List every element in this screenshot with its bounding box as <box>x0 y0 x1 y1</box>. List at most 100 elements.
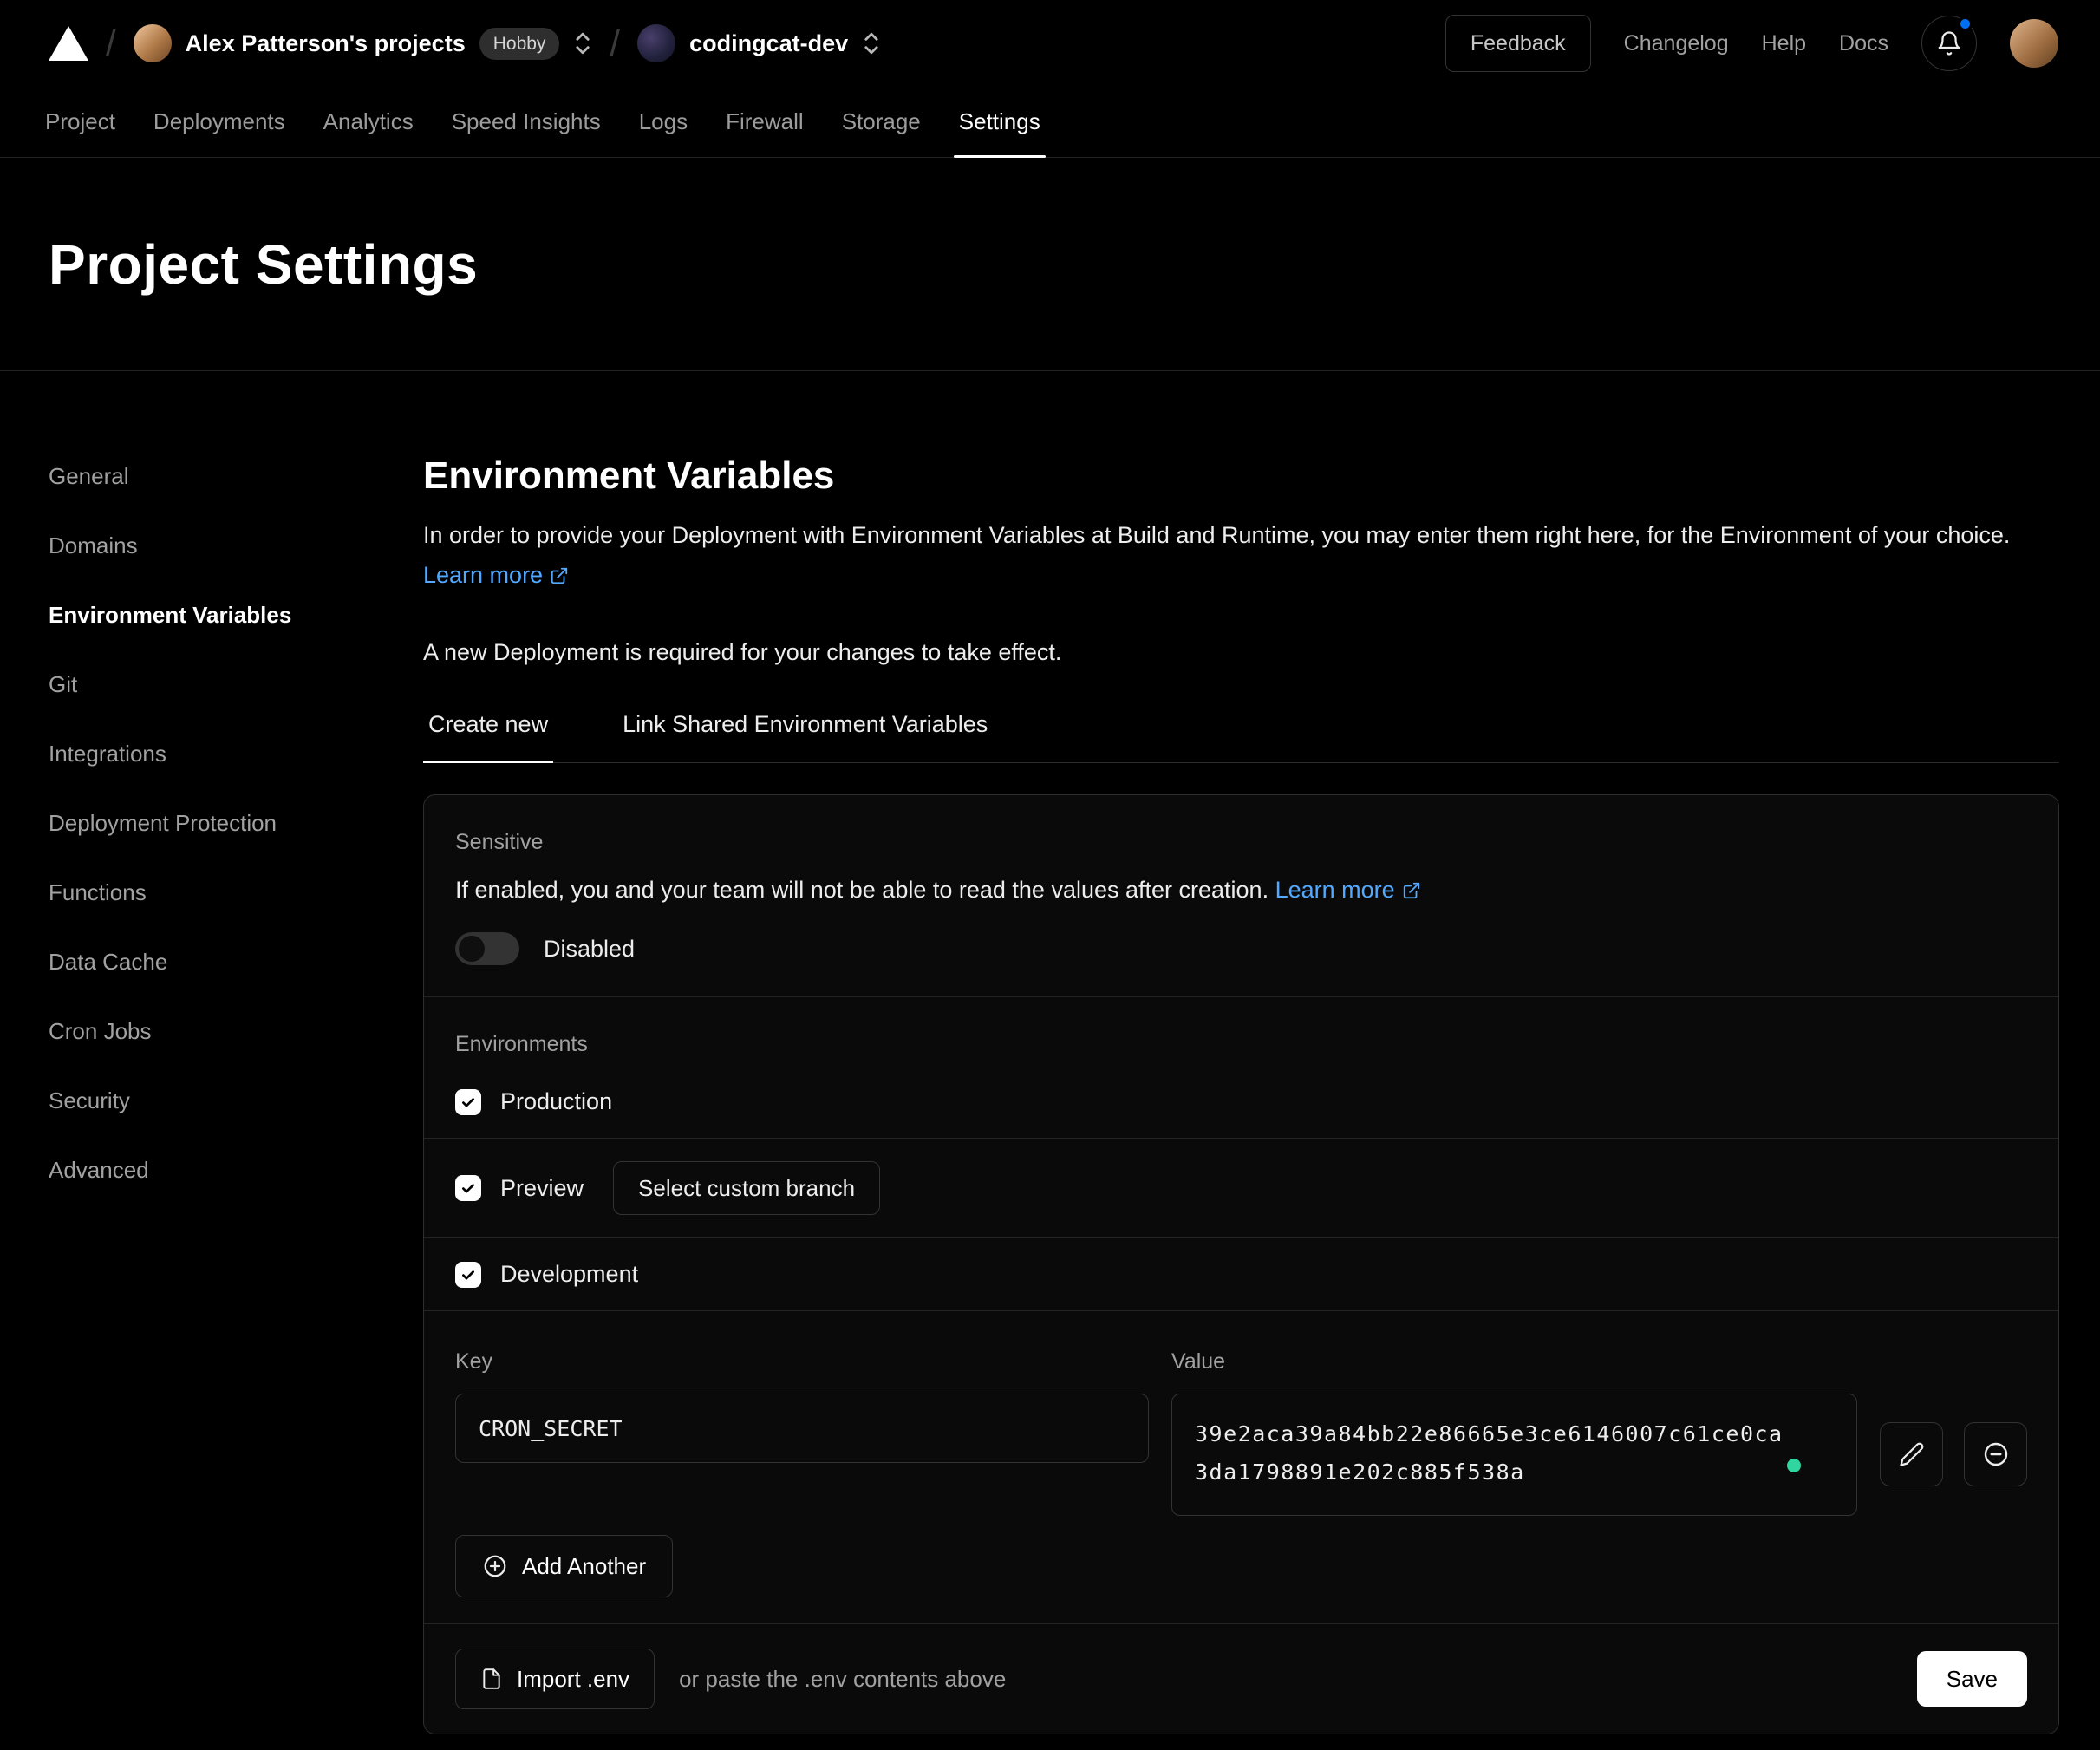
import-env-button[interactable]: Import .env <box>455 1649 655 1709</box>
minus-circle-icon <box>1982 1440 2010 1468</box>
content: General Domains Environment Variables Gi… <box>0 371 2100 1734</box>
chevron-updown-icon[interactable] <box>862 29 881 58</box>
check-icon <box>460 1094 476 1110</box>
changelog-link[interactable]: Changelog <box>1624 31 1729 56</box>
checkbox-production[interactable] <box>455 1089 481 1115</box>
toggle-knob <box>459 936 485 962</box>
page-title: Project Settings <box>49 232 478 297</box>
team-switcher[interactable]: Alex Patterson's projects Hobby <box>134 24 593 62</box>
nav-tab-project[interactable]: Project <box>26 87 134 157</box>
topbar-actions: Feedback Changelog Help Docs <box>1445 15 2058 72</box>
nav-tab-speed-insights[interactable]: Speed Insights <box>433 87 620 157</box>
breadcrumb: / Alex Patterson's projects Hobby / codi… <box>49 23 881 64</box>
section-description: In order to provide your Deployment with… <box>423 515 2059 597</box>
check-icon <box>460 1267 476 1283</box>
value-column: Value 39e2aca39a84bb22e86665e3ce6146007c… <box>1171 1349 1857 1516</box>
add-another-label: Add Another <box>522 1553 646 1580</box>
checkbox-development[interactable] <box>455 1262 481 1288</box>
plus-circle-icon <box>482 1553 508 1579</box>
feedback-button[interactable]: Feedback <box>1445 15 1591 72</box>
project-switcher[interactable]: codingcat-dev <box>637 24 881 62</box>
sidebar-item-environment-variables[interactable]: Environment Variables <box>49 600 423 630</box>
bell-icon <box>1936 30 1962 56</box>
environments-section: Environments Production Preview Select c… <box>424 996 2058 1310</box>
import-env-label: Import .env <box>517 1666 629 1693</box>
key-label: Key <box>455 1349 1149 1375</box>
environments-label: Environments <box>424 997 2058 1066</box>
save-button[interactable]: Save <box>1917 1651 2027 1707</box>
tab-create-new[interactable]: Create new <box>423 711 553 762</box>
nav-tab-logs[interactable]: Logs <box>620 87 707 157</box>
external-link-icon <box>1402 875 1421 910</box>
key-input[interactable] <box>455 1394 1149 1463</box>
sidebar-item-integrations[interactable]: Integrations <box>49 739 423 768</box>
sidebar-item-data-cache[interactable]: Data Cache <box>49 947 423 976</box>
env-var-tabs: Create new Link Shared Environment Varia… <box>423 711 2059 763</box>
sensitive-toggle[interactable] <box>455 932 519 965</box>
add-another-button[interactable]: Add Another <box>455 1535 673 1597</box>
sensitive-toggle-row: Disabled <box>455 932 2027 965</box>
checkbox-preview[interactable] <box>455 1175 481 1201</box>
env-name-development: Development <box>500 1261 638 1288</box>
project-avatar <box>637 24 675 62</box>
nav-tab-firewall[interactable]: Firewall <box>707 87 823 157</box>
remove-row-button[interactable] <box>1964 1422 2027 1486</box>
row-actions <box>1880 1422 2027 1516</box>
nav-tab-settings[interactable]: Settings <box>940 87 1060 157</box>
card-footer: Import .env or paste the .env contents a… <box>424 1623 2058 1734</box>
topbar: / Alex Patterson's projects Hobby / codi… <box>0 0 2100 87</box>
presence-dot <box>1787 1459 1801 1472</box>
sidebar-item-git[interactable]: Git <box>49 669 423 699</box>
key-value-section: Key Value 39e2aca39a84bb22e86665e3ce6146… <box>424 1310 2058 1623</box>
sensitive-learn-more-link[interactable]: Learn more <box>1275 877 1421 903</box>
select-custom-branch-button[interactable]: Select custom branch <box>613 1161 880 1215</box>
key-value-grid: Key Value 39e2aca39a84bb22e86665e3ce6146… <box>455 1349 2027 1516</box>
learn-more-link[interactable]: Learn more <box>423 562 569 588</box>
sidebar-item-general[interactable]: General <box>49 461 423 491</box>
nav-tab-deployments[interactable]: Deployments <box>134 87 304 157</box>
check-icon <box>460 1180 476 1196</box>
env-row-production: Production <box>424 1066 2058 1139</box>
value-label: Value <box>1171 1349 1857 1375</box>
sidebar-item-advanced[interactable]: Advanced <box>49 1155 423 1185</box>
plan-badge: Hobby <box>479 28 560 60</box>
vercel-logo-icon[interactable] <box>49 26 88 61</box>
docs-link[interactable]: Docs <box>1839 31 1888 56</box>
file-icon <box>480 1666 503 1692</box>
deployment-note: A new Deployment is required for your ch… <box>423 639 2059 666</box>
settings-sidebar: General Domains Environment Variables Gi… <box>49 458 423 1224</box>
sidebar-item-domains[interactable]: Domains <box>49 531 423 560</box>
user-avatar[interactable] <box>2010 19 2058 68</box>
env-row-development: Development <box>424 1238 2058 1310</box>
team-name: Alex Patterson's projects <box>186 30 466 57</box>
nav-tab-storage[interactable]: Storage <box>823 87 940 157</box>
help-link[interactable]: Help <box>1762 31 1806 56</box>
env-row-preview: Preview Select custom branch <box>424 1139 2058 1238</box>
sensitive-section: Sensitive If enabled, you and your team … <box>424 795 2058 996</box>
sensitive-description: If enabled, you and your team will not b… <box>455 872 2027 910</box>
sensitive-learn-more-label: Learn more <box>1275 877 1395 903</box>
tab-link-shared[interactable]: Link Shared Environment Variables <box>617 711 993 762</box>
notification-dot <box>1958 16 1973 31</box>
chevron-updown-icon[interactable] <box>573 29 592 58</box>
notifications-button[interactable] <box>1921 16 1977 71</box>
create-env-var-card: Sensitive If enabled, you and your team … <box>423 794 2059 1734</box>
section-heading: Environment Variables <box>423 454 2059 498</box>
title-section: Project Settings <box>0 158 2100 371</box>
pencil-icon <box>1899 1441 1925 1467</box>
sidebar-item-deployment-protection[interactable]: Deployment Protection <box>49 808 423 838</box>
breadcrumb-slash: / <box>106 23 116 64</box>
key-column: Key <box>455 1349 1149 1516</box>
sidebar-item-cron-jobs[interactable]: Cron Jobs <box>49 1016 423 1046</box>
edit-value-button[interactable] <box>1880 1422 1943 1486</box>
environment-variables-panel: Environment Variables In order to provid… <box>423 458 2059 1734</box>
value-input[interactable]: 39e2aca39a84bb22e86665e3ce6146007c61ce0c… <box>1171 1394 1857 1516</box>
breadcrumb-slash: / <box>610 23 620 64</box>
sensitive-label: Sensitive <box>455 830 2027 855</box>
sensitive-toggle-state: Disabled <box>544 936 635 963</box>
sidebar-item-security[interactable]: Security <box>49 1086 423 1115</box>
nav-tab-analytics[interactable]: Analytics <box>304 87 433 157</box>
sensitive-description-text: If enabled, you and your team will not b… <box>455 877 1268 903</box>
sidebar-item-functions[interactable]: Functions <box>49 878 423 907</box>
paste-hint: or paste the .env contents above <box>679 1666 1006 1693</box>
